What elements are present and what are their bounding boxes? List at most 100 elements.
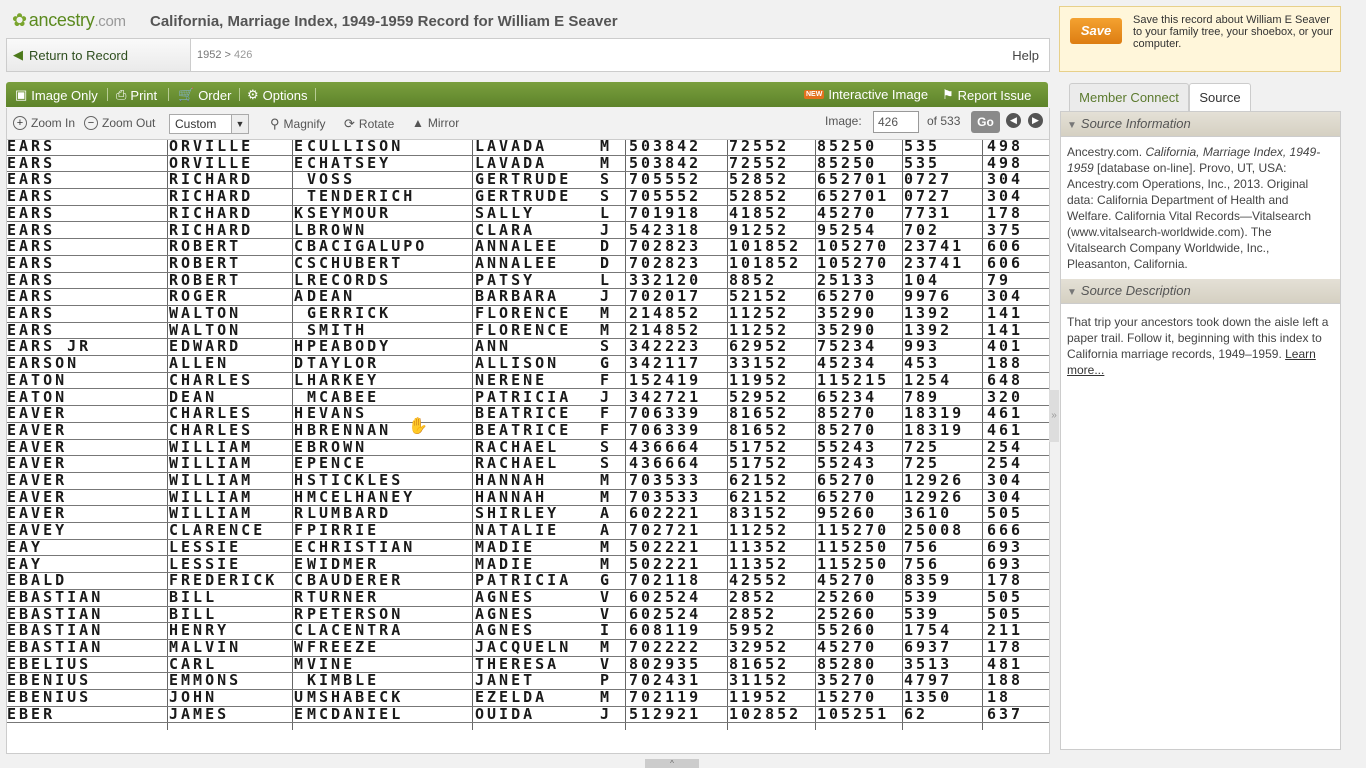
record-cell: EATON: [7, 370, 68, 389]
record-cell: 65234: [817, 387, 878, 406]
record-cell: ROBERT: [169, 237, 242, 256]
go-button[interactable]: Go: [971, 111, 1000, 133]
image-number-input[interactable]: 426: [873, 111, 919, 133]
source-information-header[interactable]: ▼ Source Information: [1061, 112, 1340, 137]
chevron-down-icon: ▼: [231, 115, 248, 133]
mirror-button[interactable]: ▲ Mirror: [412, 116, 459, 130]
hand-cursor-icon: ✋: [408, 418, 428, 435]
record-cell: 2852: [729, 604, 778, 623]
record-cell: 33152: [729, 354, 790, 373]
interactive-image-button[interactable]: NEW Interactive Image: [804, 87, 928, 102]
record-cell: 178: [987, 203, 1024, 222]
zoom-in-button[interactable]: + Zoom In: [13, 116, 75, 130]
record-cell: EAVER: [7, 454, 68, 473]
record-cell: BARBARA: [475, 287, 560, 306]
save-button[interactable]: Save: [1070, 18, 1122, 44]
record-cell: M: [600, 487, 613, 506]
image-number-label: Image:: [825, 114, 862, 128]
next-image-icon[interactable]: ▶: [1028, 113, 1043, 128]
zoom-select-value: Custom: [175, 117, 217, 131]
record-cell: 702823: [629, 237, 702, 256]
record-cell: CHARLES: [169, 420, 254, 439]
record-cell: A: [294, 287, 307, 306]
record-cell: 62952: [729, 337, 790, 356]
record-cell: E: [294, 139, 307, 155]
source-panel: ▼ Source Information Ancestry.com. Califo…: [1060, 111, 1341, 750]
print-button[interactable]: ⎙ Print: [116, 87, 157, 103]
zoom-out-button[interactable]: − Zoom Out: [84, 116, 155, 130]
record-cell: WALTON: [169, 320, 242, 339]
record-cell: G: [600, 354, 613, 373]
record-cell: 41852: [729, 203, 790, 222]
toolbar-divider: [168, 88, 169, 101]
record-cell: 65270: [817, 471, 878, 489]
record-cell: 512921: [629, 704, 702, 723]
arrow-left-icon: ◀: [13, 47, 23, 62]
record-cell: 62: [904, 704, 929, 723]
zoom-select[interactable]: Custom ▼: [169, 114, 249, 134]
record-cell: A: [600, 521, 613, 540]
report-issue-button[interactable]: ⚑ Report Issue: [942, 87, 1031, 103]
record-cell: RICHARD: [169, 220, 254, 239]
image-only-label: Image Only: [31, 87, 98, 103]
record-cell: 705552: [629, 170, 702, 189]
previous-image-icon[interactable]: ◀: [1006, 113, 1021, 128]
record-cell: 789: [904, 387, 941, 406]
record-cell: EARS: [7, 304, 56, 322]
record-cell: 214852: [629, 304, 702, 322]
record-cell: 81652: [729, 654, 790, 673]
record-cell: EBELIUS: [7, 654, 92, 673]
zoom-out-icon: −: [84, 116, 98, 130]
return-to-record-button[interactable]: ◀ Return to Record: [7, 39, 191, 71]
record-cell: NERENE: [475, 370, 548, 389]
image-only-button[interactable]: ▣ Image Only: [15, 87, 98, 103]
magnify-button[interactable]: ⚲ Magnify: [270, 116, 326, 132]
record-cell: 461: [987, 420, 1024, 439]
ancestry-logo[interactable]: ✿ ancestry.com: [12, 10, 126, 31]
options-button[interactable]: ⚙ Options: [247, 87, 307, 103]
record-cell: MCELHANEY: [307, 487, 416, 506]
record-cell: 62152: [729, 487, 790, 506]
record-cell: WILLIAM: [169, 454, 254, 473]
record-cell: 539: [904, 604, 941, 623]
record-cell: 23741: [904, 237, 965, 256]
expand-up-handle[interactable]: ^: [645, 759, 699, 768]
record-cell: 2852: [729, 587, 778, 606]
record-cell: 11252: [729, 320, 790, 339]
record-cell: 5952: [729, 621, 778, 640]
interactive-image-label: Interactive Image: [828, 87, 929, 102]
save-description: Save this record about William E Seaver …: [1133, 14, 1333, 50]
record-cell: 55260: [817, 621, 878, 640]
record-cell: 104: [904, 270, 941, 289]
source-description-header[interactable]: ▼ Source Description: [1061, 279, 1340, 304]
tab-member-connect[interactable]: Member Connect: [1069, 83, 1189, 112]
record-cell: FLORENCE: [475, 304, 572, 322]
help-link[interactable]: Help: [1012, 48, 1039, 63]
record-cell: EMMONS: [169, 671, 242, 690]
record-image[interactable]: EARS ORVILLE E CULLISON LAVADA M 503842 72552 85…: [7, 140, 1049, 730]
record-cell: EARS JR: [7, 337, 92, 356]
save-record-box: Save Save this record about William E Se…: [1059, 6, 1341, 72]
panel-collapse-handle[interactable]: »: [1049, 390, 1059, 442]
order-button[interactable]: 🛒 Order: [178, 87, 231, 103]
record-cell: 105270: [817, 253, 890, 272]
record-cell: 52152: [729, 287, 790, 306]
breadcrumb-year[interactable]: 1952: [197, 49, 221, 61]
record-cell: J: [600, 387, 613, 406]
toolbar-divider: [107, 88, 108, 101]
rotate-button[interactable]: ⟳ Rotate: [344, 116, 394, 132]
breadcrumb: 1952 > 426: [197, 49, 252, 61]
record-cell: 304: [987, 487, 1024, 506]
record-cell: 62152: [729, 471, 790, 489]
record-cell: 85270: [817, 404, 878, 423]
record-cell: 101852: [729, 237, 802, 256]
record-cell: HARKEY: [307, 370, 380, 389]
record-cell: 214852: [629, 320, 702, 339]
record-cell: DEAN: [307, 287, 356, 306]
record-cell: 993: [904, 337, 941, 356]
record-cell: 35290: [817, 304, 878, 322]
record-image-viewer[interactable]: EARS ORVILLE E CULLISON LAVADA M 503842 72552 85…: [6, 139, 1050, 754]
tab-source[interactable]: Source: [1189, 83, 1251, 112]
record-cell: GERRICK: [307, 304, 392, 322]
record-cell: 45270: [817, 203, 878, 222]
